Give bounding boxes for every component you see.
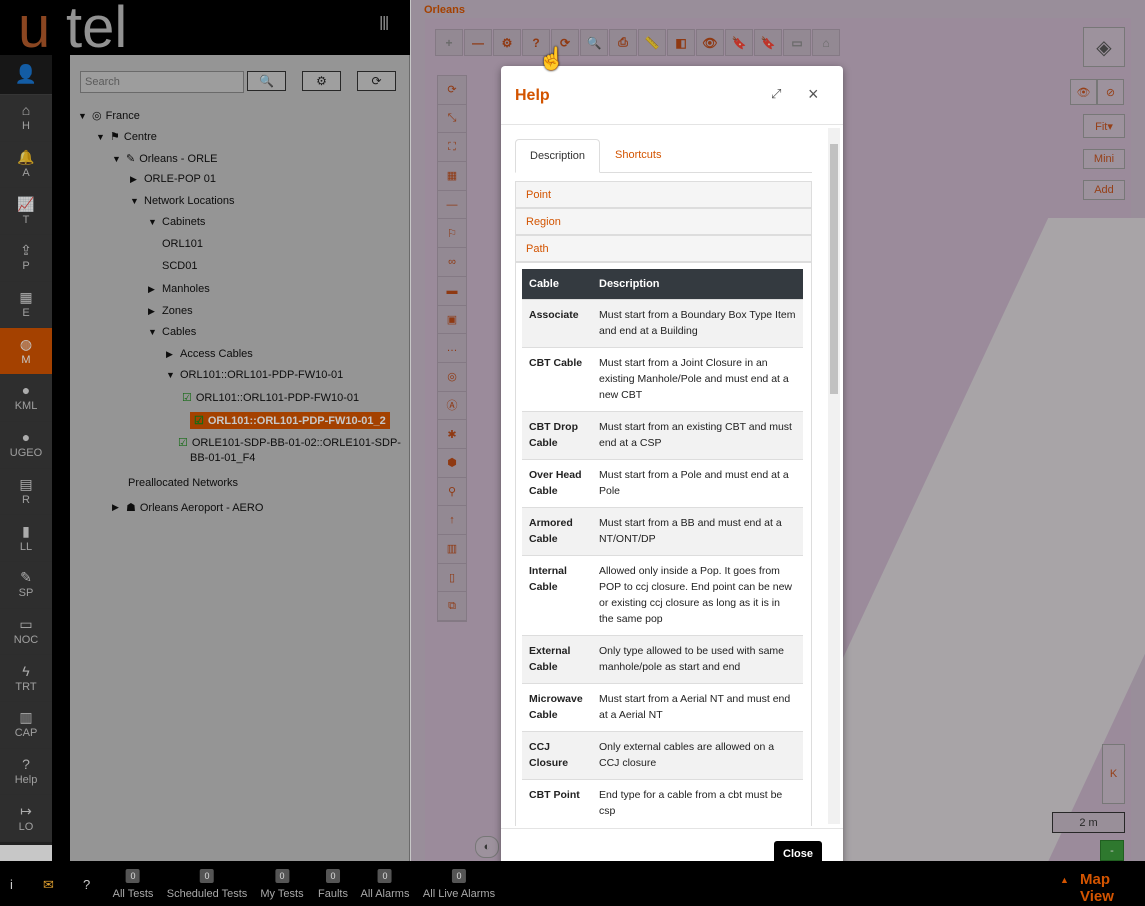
- cable-description: Allowed only inside a Pop. It goes from …: [592, 555, 803, 636]
- bottom-bar: i ✉ ? 0 All Tests 0 Scheduled Tests 0 My Test…: [0, 861, 1145, 906]
- cable-name: CCJ Closure: [522, 731, 592, 780]
- stat-scheduled-tests[interactable]: 0 Scheduled Tests: [166, 869, 248, 900]
- stat-count: 0: [378, 869, 392, 883]
- stat-count: 0: [125, 869, 140, 883]
- cable-description: Only type allowed to be used with same m…: [592, 635, 803, 684]
- section-point[interactable]: Point: [515, 181, 812, 208]
- cable-name: CBT Point: [522, 779, 592, 826]
- tab-description[interactable]: Description: [515, 139, 601, 173]
- section-path[interactable]: Path: [515, 235, 812, 262]
- table-row: CCJ Closure Only external cables are allo…: [522, 731, 803, 780]
- cable-name: Microwave Cable: [522, 683, 592, 732]
- cable-name: Associate: [522, 299, 592, 348]
- cable-description: Must start from a Joint Closure in an ex…: [592, 347, 803, 412]
- stat-faults[interactable]: 0 Faults: [318, 869, 348, 900]
- column-cable: Cable: [522, 269, 592, 300]
- hand-cursor-icon: ☝: [538, 46, 566, 71]
- table-row: CBT Point End type for a cable from a cbt…: [522, 779, 803, 826]
- cable-description: Must start from a BB and must end at a N…: [592, 507, 803, 556]
- stat-label: My Tests: [260, 888, 304, 900]
- cable-name: Armored Cable: [522, 507, 592, 556]
- stat-all-tests[interactable]: 0 All Tests: [112, 869, 154, 900]
- stat-label: All Alarms: [360, 888, 410, 900]
- cable-description: Must start from a Aerial NT and must end…: [592, 683, 803, 732]
- cable-description: Must start from an existing CBT and must…: [592, 411, 803, 460]
- stat-count: 0: [200, 869, 214, 883]
- map-view-button[interactable]: Map View: [1080, 871, 1145, 905]
- column-description: Description: [592, 269, 803, 300]
- stat-label: All Live Alarms: [422, 888, 496, 900]
- mail-icon[interactable]: ✉: [43, 877, 54, 893]
- cable-description: Only external cables are allowed on a CC…: [592, 731, 803, 780]
- table-row: CBT Cable Must start from a Joint Closure…: [522, 347, 803, 412]
- info-icon[interactable]: i: [10, 877, 13, 892]
- cable-name: CBT Cable: [522, 347, 592, 412]
- cable-description: Must start from a Pole and must end at a…: [592, 459, 803, 508]
- table-row: CBT Drop Cable Must start from an existin…: [522, 411, 803, 460]
- help-tabs: Description Shortcuts: [515, 139, 812, 173]
- modal-scrollbar[interactable]: [828, 128, 840, 824]
- cable-description: Must start from a Boundary Box Type Item…: [592, 299, 803, 348]
- help-modal: Help ⤢ × Description Shortcuts Point Reg…: [501, 66, 843, 881]
- tab-shortcuts[interactable]: Shortcuts: [601, 139, 675, 173]
- stat-my-tests[interactable]: 0 My Tests: [260, 869, 304, 900]
- cable-name: Internal Cable: [522, 555, 592, 636]
- stat-label: Scheduled Tests: [166, 888, 248, 900]
- stat-all-live-alarms[interactable]: 0 All Live Alarms: [423, 869, 495, 900]
- cable-table-wrapper: Cable Description Associate Must start fr…: [515, 262, 812, 826]
- stat-label: Faults: [318, 888, 348, 900]
- expand-icon[interactable]: ⤢: [771, 86, 781, 102]
- table-row: Microwave Cable Must start from a Aerial …: [522, 683, 803, 732]
- cable-description: End type for a cable from a cbt must be …: [592, 779, 803, 826]
- section-region[interactable]: Region: [515, 208, 812, 235]
- cable-name: CBT Drop Cable: [522, 411, 592, 460]
- modal-body: Description Shortcuts Point Region Path …: [501, 126, 843, 826]
- table-row: Internal Cable Allowed only inside a Pop.…: [522, 555, 803, 636]
- table-row: External Cable Only type allowed to be us…: [522, 635, 803, 684]
- stat-count: 0: [451, 869, 466, 883]
- table-row: Associate Must start from a Boundary Box …: [522, 299, 803, 348]
- cable-name: External Cable: [522, 635, 592, 684]
- cable-name: Over Head Cable: [522, 459, 592, 508]
- table-row: Over Head Cable Must start from a Pole an…: [522, 459, 803, 508]
- stat-all-alarms[interactable]: 0 All Alarms: [360, 869, 410, 900]
- cable-table: Cable Description Associate Must start fr…: [522, 269, 803, 826]
- modal-title: Help: [515, 87, 550, 104]
- stat-count: 0: [326, 869, 340, 883]
- stat-label: All Tests: [112, 888, 154, 900]
- help-icon[interactable]: ?: [83, 877, 90, 892]
- table-row: Armored Cable Must start from a BB and mu…: [522, 507, 803, 556]
- caret-up-icon[interactable]: ▲: [1060, 875, 1069, 885]
- close-icon[interactable]: ×: [808, 84, 819, 105]
- stat-count: 0: [274, 869, 289, 883]
- app: u tel ||| 👤 ⌂ H 🔔 A 📈 T ⇪ P ▦ E ◍ M ● KML ● UGEO ▤ R ▮ LL ✎ SP…: [0, 0, 1145, 906]
